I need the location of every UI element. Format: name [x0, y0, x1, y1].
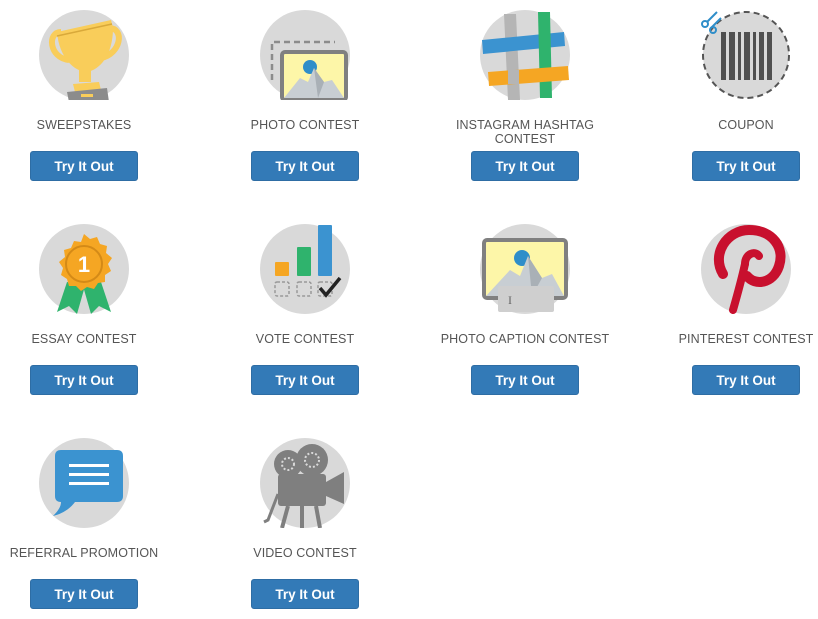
vote-bar-chart-icon — [260, 224, 350, 314]
photo-icon — [260, 10, 350, 100]
card-label: INSTAGRAM HASHTAG CONTEST — [455, 118, 595, 146]
try-it-out-button[interactable]: Try It Out — [30, 365, 138, 395]
card-label: COUPON — [718, 118, 774, 132]
card-label: PHOTO CONTEST — [250, 118, 360, 132]
try-it-out-button[interactable]: Try It Out — [692, 365, 800, 395]
film-camera-icon — [260, 438, 350, 528]
award-number: 1 — [78, 252, 90, 277]
award-ribbon-icon: 1 — [39, 224, 129, 314]
try-it-out-button[interactable]: Try It Out — [471, 365, 579, 395]
card-label: VOTE CONTEST — [255, 332, 355, 346]
hashtag-icon — [480, 10, 570, 100]
coupon-barcode-icon — [701, 10, 791, 100]
text-cursor-icon: I — [508, 293, 512, 307]
try-it-out-button[interactable]: Try It Out — [251, 365, 359, 395]
card-label: PINTEREST CONTEST — [678, 332, 814, 346]
card-label: VIDEO CONTEST — [253, 546, 357, 560]
try-it-out-button[interactable]: Try It Out — [30, 151, 138, 181]
card-label: ESSAY CONTEST — [31, 332, 137, 346]
try-it-out-button[interactable]: Try It Out — [692, 151, 800, 181]
card-label: SWEEPSTAKES — [36, 118, 132, 132]
photo-caption-icon: I — [480, 224, 570, 314]
pinterest-icon — [701, 224, 791, 314]
trophy-icon — [39, 10, 129, 100]
card-label: PHOTO CAPTION CONTEST — [440, 332, 610, 346]
card-label: REFERRAL PROMOTION — [9, 546, 159, 560]
try-it-out-button[interactable]: Try It Out — [30, 579, 138, 609]
try-it-out-button[interactable]: Try It Out — [471, 151, 579, 181]
try-it-out-button[interactable]: Try It Out — [251, 579, 359, 609]
try-it-out-button[interactable]: Try It Out — [251, 151, 359, 181]
speech-bubble-icon — [39, 438, 129, 528]
